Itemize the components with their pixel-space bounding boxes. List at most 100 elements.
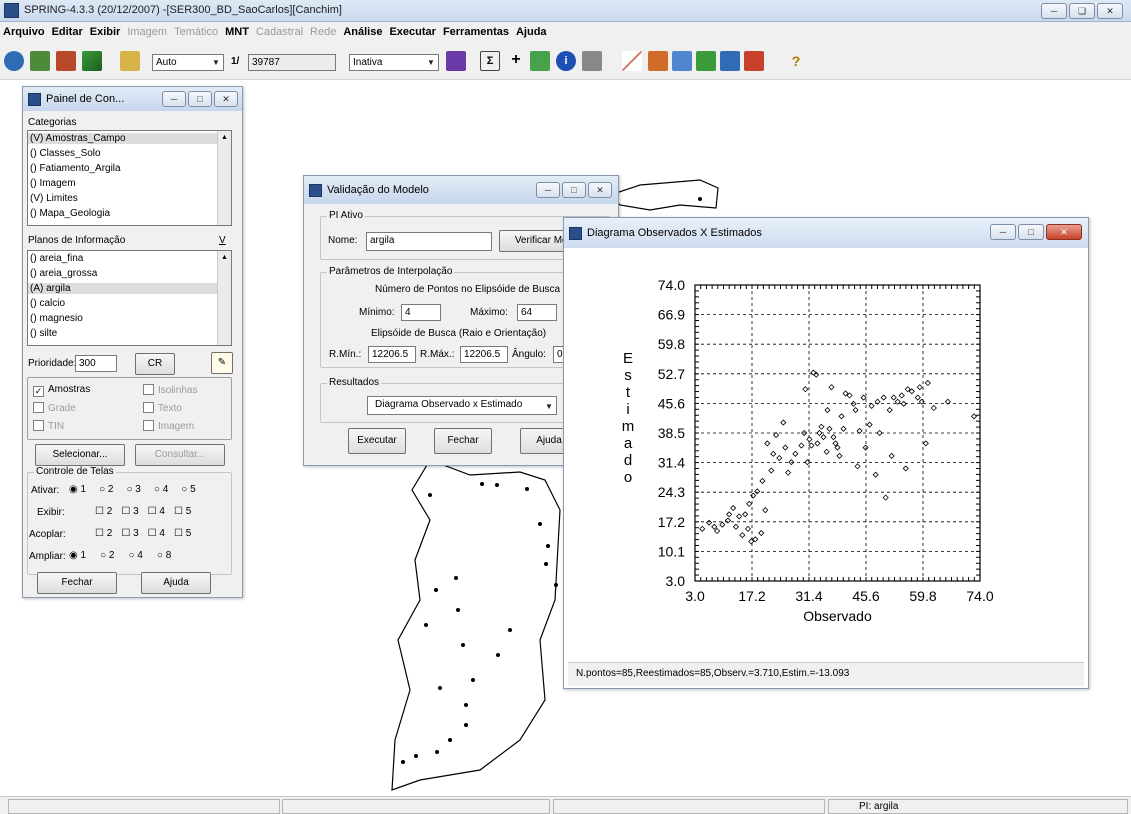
list-item[interactable]: () Classes_Solo <box>28 148 231 159</box>
close-button[interactable]: ✕ <box>1097 3 1123 19</box>
status-select[interactable]: Inativa ▼ <box>349 54 439 71</box>
minimize-button[interactable]: ─ <box>990 224 1016 240</box>
check-option[interactable]: ☐ 4 <box>148 506 165 517</box>
menu-cadastral[interactable]: Cadastral <box>256 26 303 38</box>
menu-arquivo[interactable]: Arquivo <box>3 26 45 38</box>
activate-options[interactable]: ◉ 1 ○ 2 ○ 3 ○ 4 ○ 5 <box>69 484 196 495</box>
list-item[interactable]: () magnesio <box>28 313 231 324</box>
list-item[interactable]: () areia_fina <box>28 253 231 264</box>
close-button[interactable]: ✕ <box>1046 224 1082 240</box>
minimize-button[interactable]: ─ <box>162 91 186 107</box>
radio-option[interactable]: ◉ 1 <box>69 550 86 561</box>
list-item[interactable]: () Fatiamento_Argila <box>28 163 231 174</box>
show-options[interactable]: ☐ 2 ☐ 3 ☐ 4 ☐ 5 <box>95 506 191 517</box>
cursor-cross-icon[interactable]: + <box>506 51 526 71</box>
sum-icon[interactable]: Σ <box>480 51 500 71</box>
list-item[interactable]: () silte <box>28 328 231 339</box>
maximize-button[interactable]: □ <box>188 91 212 107</box>
check-option[interactable]: ☐ 2 <box>95 528 112 539</box>
rep-isolinhas[interactable]: Isolinhas <box>143 384 197 396</box>
scale-field[interactable]: 39787 <box>248 54 336 71</box>
check-option[interactable]: ☐ 5 <box>174 528 191 539</box>
zoom-in-icon[interactable] <box>648 51 668 71</box>
rmin-input[interactable]: 12206.5 <box>368 346 416 363</box>
categories-list[interactable]: (V) Amostras_Campo () Classes_Solo () Fati… <box>27 130 232 226</box>
results-select[interactable]: Diagrama Observado x Estimado ▼ <box>367 396 557 415</box>
layers-icon[interactable] <box>56 51 76 71</box>
planes-list[interactable]: () areia_fina () areia_grossa (A) argila ()… <box>27 250 232 346</box>
zoom-mode-select[interactable]: Auto ▼ <box>152 54 224 71</box>
couple-options[interactable]: ☐ 2 ☐ 3 ☐ 4 ☐ 5 <box>95 528 191 539</box>
minimize-button[interactable]: ─ <box>536 182 560 198</box>
select-button[interactable]: Selecionar... <box>35 444 125 466</box>
query-icon[interactable] <box>582 51 602 71</box>
radio-option[interactable]: ○ 2 <box>99 484 113 495</box>
menu-exibir[interactable]: Exibir <box>90 26 121 38</box>
check-option[interactable]: ☐ 3 <box>121 506 138 517</box>
rmax-input[interactable]: 12206.5 <box>460 346 508 363</box>
menu-rede[interactable]: Rede <box>310 26 336 38</box>
list-item[interactable]: (A) argila <box>28 283 231 294</box>
maximize-button[interactable]: □ <box>562 182 586 198</box>
planes-scrollbar[interactable]: ▲ <box>217 251 231 345</box>
cr-button[interactable]: CR <box>135 353 175 375</box>
list-item[interactable]: () Imagem <box>28 178 231 189</box>
pencil-icon[interactable] <box>622 51 642 71</box>
menu-ferramentas[interactable]: Ferramentas <box>443 26 509 38</box>
rep-tin[interactable]: TIN <box>33 420 64 432</box>
list-item[interactable]: () areia_grossa <box>28 268 231 279</box>
priority-input[interactable]: 300 <box>75 355 117 372</box>
zoom-out-icon[interactable] <box>672 51 692 71</box>
close-button[interactable]: ✕ <box>588 182 612 198</box>
display-icon[interactable] <box>120 51 140 71</box>
maximize-button[interactable]: □ <box>1018 224 1044 240</box>
planes-visibility-button[interactable]: V <box>219 235 226 246</box>
zoom-options[interactable]: ◉ 1 ○ 2 ○ 4 ○ 8 <box>69 550 171 561</box>
back-arrow-icon[interactable] <box>720 51 740 71</box>
rep-imagem[interactable]: Imagem <box>143 420 194 432</box>
list-item[interactable]: (V) Limites <box>28 193 231 204</box>
rep-texto[interactable]: Texto <box>143 402 182 414</box>
draw-icon[interactable] <box>82 51 102 71</box>
close-button[interactable]: ✕ <box>214 91 238 107</box>
project-icon[interactable] <box>30 51 50 71</box>
menu-mnt[interactable]: MNT <box>225 26 249 38</box>
radio-option[interactable]: ◉ 1 <box>69 484 86 495</box>
radio-option[interactable]: ○ 4 <box>128 550 142 561</box>
menu-editar[interactable]: Editar <box>52 26 83 38</box>
check-option[interactable]: ☐ 5 <box>174 506 191 517</box>
list-item[interactable]: (V) Amostras_Campo <box>28 133 231 144</box>
list-item[interactable]: () Mapa_Geologia <box>28 208 231 219</box>
radio-option[interactable]: ○ 8 <box>157 550 171 561</box>
rep-grade[interactable]: Grade <box>33 402 76 414</box>
database-icon[interactable] <box>4 51 24 71</box>
menu-análise[interactable]: Análise <box>343 26 382 38</box>
scroll-up-icon[interactable]: ▲ <box>218 251 231 264</box>
scroll-up-icon[interactable]: ▲ <box>218 131 231 144</box>
help-icon[interactable]: ? <box>786 51 806 71</box>
close-validation-button[interactable]: Fechar <box>434 428 492 454</box>
check-option[interactable]: ☐ 3 <box>121 528 138 539</box>
check-option[interactable]: ☐ 2 <box>95 506 112 517</box>
min-input[interactable]: 4 <box>401 304 441 321</box>
menu-temático[interactable]: Temático <box>174 26 218 38</box>
check-option[interactable]: ☐ 4 <box>148 528 165 539</box>
execute-button[interactable]: Executar <box>348 428 406 454</box>
query-button[interactable]: Consultar... <box>135 444 225 466</box>
radio-option[interactable]: ○ 5 <box>181 484 195 495</box>
minimize-button[interactable]: ─ <box>1041 3 1067 19</box>
palette-icon[interactable] <box>446 51 466 71</box>
restore-button[interactable]: ❏ <box>1069 3 1095 19</box>
name-field[interactable]: argila <box>366 232 492 251</box>
radio-option[interactable]: ○ 2 <box>100 550 114 561</box>
radio-option[interactable]: ○ 3 <box>126 484 140 495</box>
edit-pencil-icon[interactable]: ✎ <box>211 352 233 374</box>
close-panel-button[interactable]: Fechar <box>37 572 117 594</box>
menu-imagem[interactable]: Imagem <box>127 26 167 38</box>
menu-executar[interactable]: Executar <box>389 26 435 38</box>
zoom-area-icon[interactable] <box>696 51 716 71</box>
rep-amostras[interactable]: ✓ Amostras <box>33 384 90 397</box>
max-input[interactable]: 64 <box>517 304 557 321</box>
help-panel-button[interactable]: Ajuda <box>141 572 211 594</box>
radio-option[interactable]: ○ 4 <box>154 484 168 495</box>
